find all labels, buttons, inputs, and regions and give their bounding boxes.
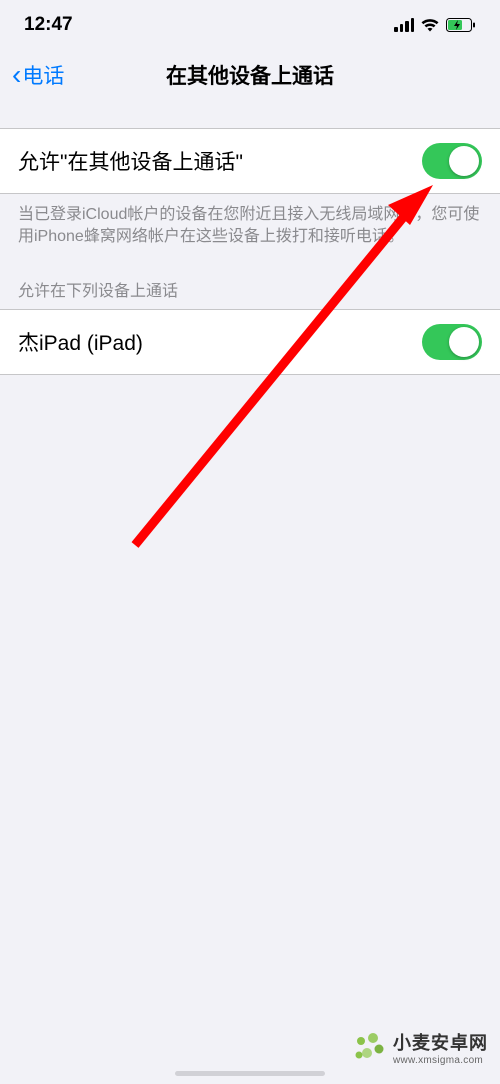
back-button[interactable]: ‹ 电话: [12, 59, 64, 91]
chevron-left-icon: ‹: [12, 59, 21, 91]
status-time: 12:47: [24, 14, 73, 36]
device-row: 杰iPad (iPad): [0, 309, 500, 375]
status-bar: 12:47: [0, 0, 500, 50]
cellular-signal-icon: [394, 18, 414, 32]
home-indicator[interactable]: [175, 1071, 325, 1076]
watermark-logo-icon: [353, 1031, 387, 1065]
page-title: 在其他设备上通话: [166, 60, 334, 90]
allow-calls-row: 允许"在其他设备上通话": [0, 128, 500, 194]
watermark: 小麦安卓网 www.xmsigma.com: [353, 1029, 488, 1066]
watermark-url: www.xmsigma.com: [393, 1055, 488, 1066]
navigation-bar: ‹ 电话 在其他设备上通话: [0, 50, 500, 100]
allow-calls-description: 当已登录iCloud帐户的设备在您附近且接入无线局域网时，您可使用iPhone蜂…: [0, 194, 500, 249]
allow-calls-label: 允许"在其他设备上通话": [18, 146, 243, 176]
back-label: 电话: [22, 60, 64, 90]
battery-charging-icon: [446, 18, 476, 32]
devices-section-header: 允许在下列设备上通话: [0, 249, 500, 309]
wifi-icon: [420, 18, 440, 32]
status-icons: [394, 18, 476, 32]
device-label: 杰iPad (iPad): [18, 327, 143, 357]
device-toggle[interactable]: [422, 324, 482, 360]
watermark-brand: 小麦安卓网: [393, 1029, 488, 1055]
allow-calls-toggle[interactable]: [422, 143, 482, 179]
